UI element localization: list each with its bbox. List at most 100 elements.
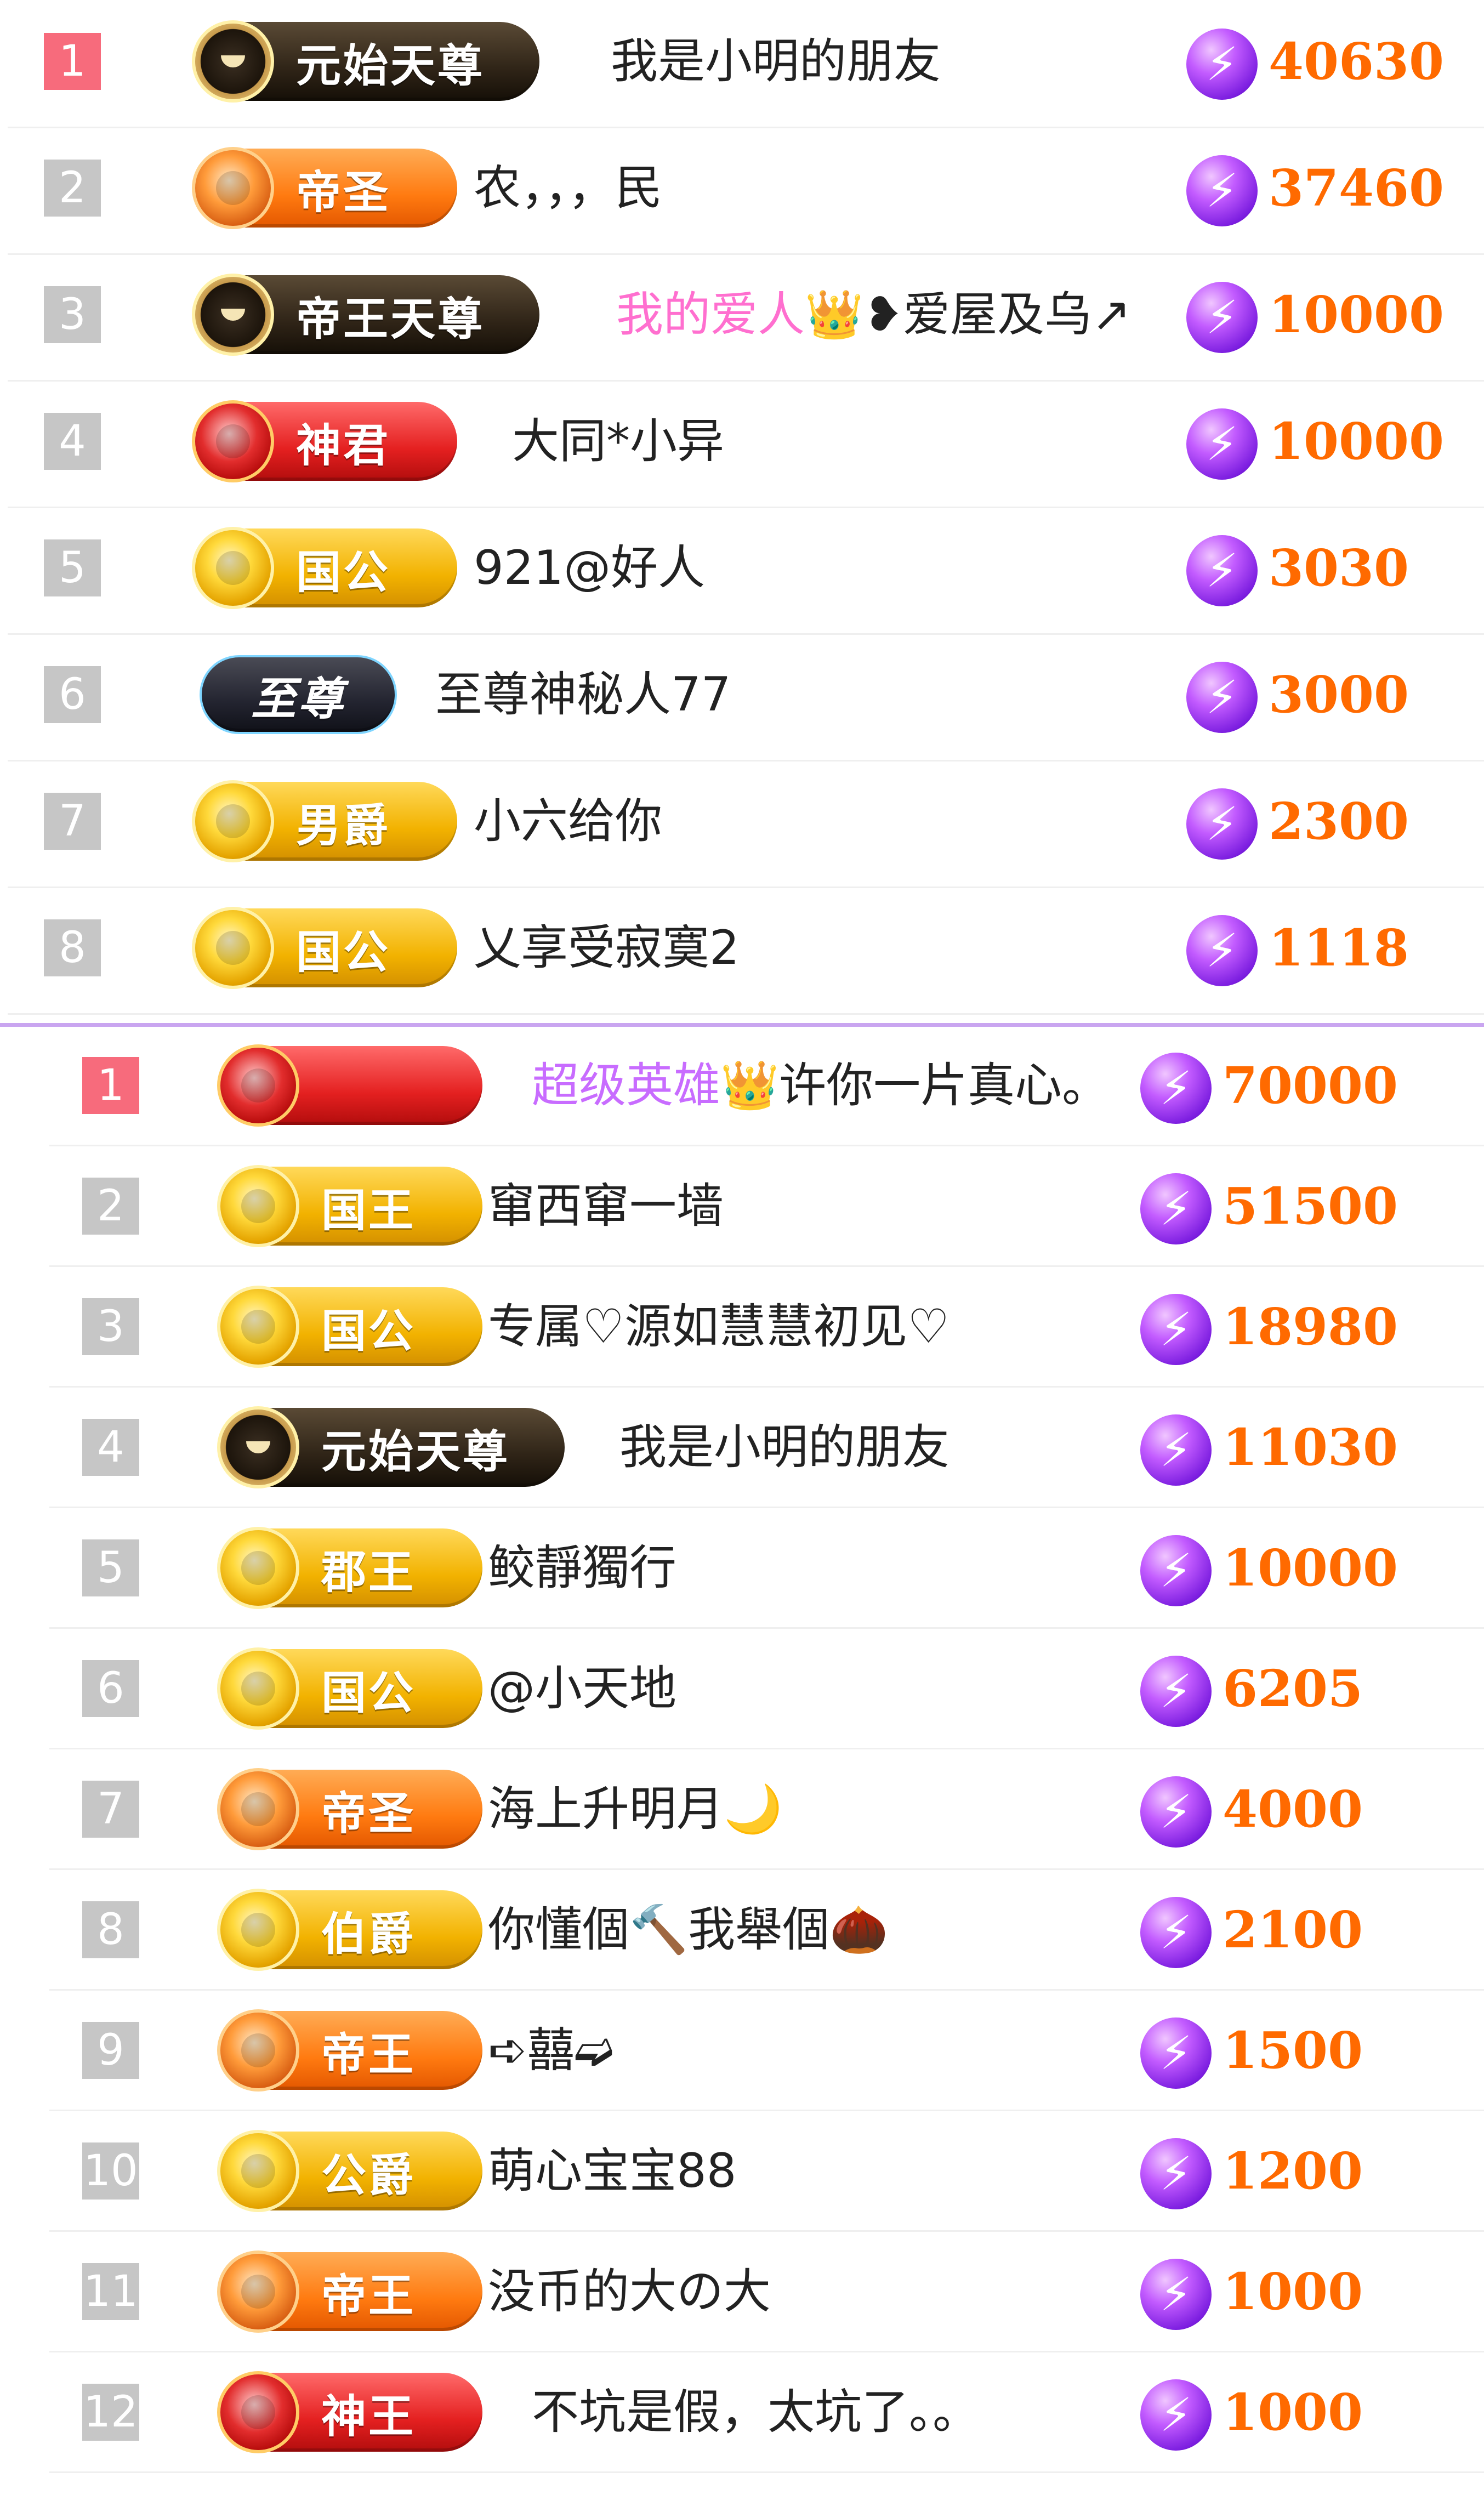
rank-emblem-icon <box>217 1889 299 1971</box>
user-name[interactable]: 大同*小异 <box>512 402 724 481</box>
title-badge: 国公 <box>217 1647 482 1730</box>
title-badge-label: 元始天尊 <box>296 39 485 92</box>
leaderboard-row[interactable]: 2 帝圣 农，，，民 ⚡ 37460 <box>8 127 1484 255</box>
rank-emblem-icon <box>192 20 274 103</box>
score-value: 10000 <box>1269 285 1445 344</box>
rank-emblem-icon <box>217 1647 299 1730</box>
title-badge: 神王 <box>217 2371 482 2453</box>
title-badge: 至尊 <box>200 655 397 734</box>
user-name[interactable]: 我是小明的朋友 <box>619 1408 949 1487</box>
user-name[interactable]: 至尊神秘人77 <box>435 655 731 734</box>
leaderboard-row[interactable]: 7 帝圣 海上升明月🌙 ⚡ 4000 <box>49 1748 1484 1870</box>
rank-emblem-icon <box>192 527 274 609</box>
rank-number: 8 <box>44 919 101 976</box>
user-name[interactable]: 我的爱人👑❥爱屋及乌↗ <box>616 275 1131 354</box>
lightning-gem-icon: ⚡ <box>1186 535 1258 606</box>
title-badge: 男爵 <box>192 780 457 862</box>
rank-number: 2 <box>82 1178 139 1235</box>
user-name[interactable]: 萌心宝宝88 <box>488 2132 736 2210</box>
score-value: 10000 <box>1223 1538 1398 1598</box>
user-name-part: 至尊神秘人77 <box>435 667 731 722</box>
user-name[interactable]: 窜西窜一墙 <box>488 1167 724 1246</box>
user-name[interactable]: 小六给你 <box>474 782 662 861</box>
user-name-part: 不坑是假，太坑了。。 <box>532 2385 980 2440</box>
score-value: 1200 <box>1223 2141 1363 2201</box>
lightning-gem-icon: ⚡ <box>1186 408 1258 480</box>
leaderboard-row[interactable]: 2 国王 窜西窜一墙 ⚡ 51500 <box>49 1145 1484 1267</box>
user-name[interactable]: 乂享受寂寞2 <box>474 908 740 987</box>
user-name-part: 农，，，民 <box>474 161 662 215</box>
leaderboard-row[interactable]: 7 男爵 小六给你 ⚡ 2300 <box>8 760 1484 888</box>
leaderboard-row[interactable]: 6 至尊 至尊神秘人77 ⚡ 3000 <box>8 633 1484 761</box>
user-name[interactable]: 超级英雄👑许你一片真心。 <box>532 1046 1109 1125</box>
title-badge-label: 公爵 <box>321 2149 416 2202</box>
leaderboard-row[interactable]: 1 超级英雄👑许你一片真心。 ⚡ 70000 <box>49 1024 1484 1146</box>
title-badge-label: 国公 <box>296 546 391 599</box>
lightning-gem-icon: ⚡ <box>1140 2017 1212 2089</box>
score-value: 18980 <box>1223 1297 1398 1356</box>
rank-emblem-icon <box>217 1768 299 1850</box>
score-value: 51500 <box>1223 1177 1398 1236</box>
user-name-part: 👑❥爱屋及乌↗ <box>805 287 1132 342</box>
score-value: 70000 <box>1223 1056 1398 1115</box>
score-value: 2100 <box>1223 1900 1363 1959</box>
leaderboard-row[interactable]: 4 元始天尊 我是小明的朋友 ⚡ 11030 <box>49 1386 1484 1508</box>
rank-number: 1 <box>82 1057 139 1114</box>
title-badge: 国公 <box>192 527 457 609</box>
user-name[interactable]: 921@好人 <box>474 528 705 607</box>
title-badge-label: 国公 <box>321 1305 416 1357</box>
leaderboard-row[interactable]: 8 伯爵 你懂個🔨我舉個🌰 ⚡ 2100 <box>49 1868 1484 1991</box>
rank-emblem-icon <box>217 1165 299 1247</box>
score-value: 1500 <box>1223 2021 1363 2080</box>
title-badge: 元始天尊 <box>192 20 539 103</box>
rank-emblem-icon <box>192 907 274 989</box>
score-value: 1118 <box>1269 918 1409 977</box>
rank-number: 10 <box>82 2142 139 2200</box>
lightning-gem-icon: ⚡ <box>1140 1897 1212 1968</box>
title-badge: 国公 <box>217 1286 482 1368</box>
user-name[interactable]: 海上升明月🌙 <box>488 1770 782 1849</box>
leaderboard-row[interactable]: 5 郡王 鲛靜獨行 ⚡ 10000 <box>49 1507 1484 1629</box>
user-name[interactable]: 你懂個🔨我舉個🌰 <box>488 1890 888 1969</box>
user-name[interactable]: ➪囍➫ <box>488 2011 614 2090</box>
user-name[interactable]: 我是小明的朋友 <box>611 22 941 101</box>
lightning-gem-icon: ⚡ <box>1186 155 1258 226</box>
user-name[interactable]: 专属♡源如慧慧初见♡ <box>488 1287 949 1366</box>
lightning-gem-icon: ⚡ <box>1140 1414 1212 1486</box>
leaderboard-row[interactable]: 9 帝王 ➪囍➫ ⚡ 1500 <box>49 1989 1484 2111</box>
leaderboard-row[interactable]: 3 帝王天尊 我的爱人👑❥爱屋及乌↗ ⚡ 10000 <box>8 253 1484 382</box>
rank-number: 7 <box>44 793 101 850</box>
title-badge: 伯爵 <box>217 1889 482 1971</box>
lightning-gem-icon: ⚡ <box>1140 2138 1212 2209</box>
title-badge: 神君 <box>192 400 457 482</box>
title-badge-label: 帝王 <box>321 2270 416 2322</box>
score-value: 6205 <box>1223 1659 1363 1718</box>
rank-emblem-icon <box>217 2371 299 2453</box>
leaderboard-row[interactable]: 10 公爵 萌心宝宝88 ⚡ 1200 <box>49 2110 1484 2232</box>
user-name[interactable]: 没币的大の大 <box>488 2252 771 2331</box>
title-badge-label: 元始天尊 <box>321 1425 510 1478</box>
lightning-gem-icon: ⚡ <box>1140 1294 1212 1365</box>
leaderboard-row[interactable]: 1 元始天尊 我是小明的朋友 ⚡ 40630 <box>8 0 1484 128</box>
leaderboard-row[interactable]: 3 国公 专属♡源如慧慧初见♡ ⚡ 18980 <box>49 1265 1484 1388</box>
title-badge <box>217 1044 482 1127</box>
title-badge-label: 国公 <box>321 1667 416 1719</box>
rank-number: 8 <box>82 1901 139 1958</box>
user-name-part: 没币的大の大 <box>488 2264 771 2319</box>
title-badge-label: 帝圣 <box>296 166 391 219</box>
rank-number: 7 <box>82 1781 139 1838</box>
rank-emblem-icon <box>217 1286 299 1368</box>
user-name[interactable]: 农，，，民 <box>474 149 662 228</box>
user-name[interactable]: 鲛靜獨行 <box>488 1528 676 1607</box>
user-name[interactable]: 不坑是假，太坑了。。 <box>532 2373 980 2452</box>
leaderboard-row[interactable]: 5 国公 921@好人 ⚡ 3030 <box>8 507 1484 635</box>
user-name[interactable]: @小天地 <box>488 1649 676 1728</box>
leaderboard-row[interactable]: 8 国公 乂享受寂寞2 ⚡ 1118 <box>8 886 1484 1015</box>
leaderboard-row[interactable]: 12 神王 不坑是假，太坑了。。 ⚡ 1000 <box>49 2351 1484 2473</box>
user-name-part: 我是小明的朋友 <box>611 34 941 89</box>
title-badge-label: 神君 <box>296 419 391 472</box>
leaderboard-row[interactable]: 6 国公 @小天地 ⚡ 6205 <box>49 1627 1484 1749</box>
leaderboard-row[interactable]: 4 神君 大同*小异 ⚡ 10000 <box>8 380 1484 508</box>
leaderboard-row[interactable]: 11 帝王 没币的大の大 ⚡ 1000 <box>49 2230 1484 2352</box>
user-name-part: 我是小明的朋友 <box>619 1420 949 1475</box>
